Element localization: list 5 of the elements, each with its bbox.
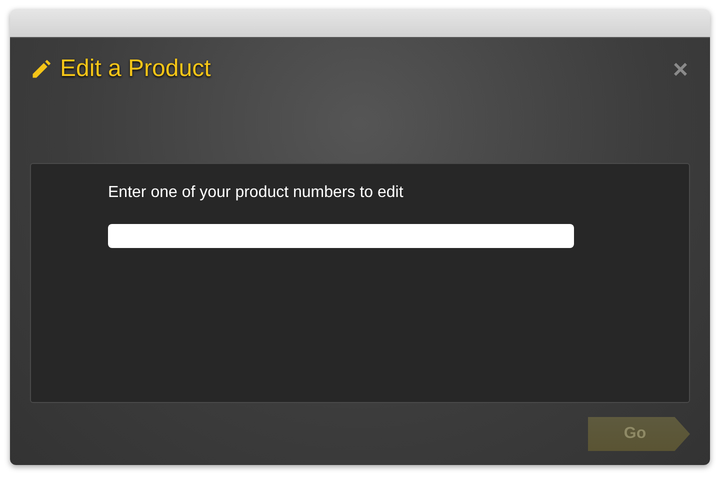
product-number-field[interactable]: [108, 224, 574, 248]
field-label: Enter one of your product numbers to edit: [108, 184, 404, 202]
pencil-icon: [30, 58, 52, 80]
close-button[interactable]: ×: [670, 56, 690, 82]
dialog-title: Edit a Product: [60, 55, 211, 83]
